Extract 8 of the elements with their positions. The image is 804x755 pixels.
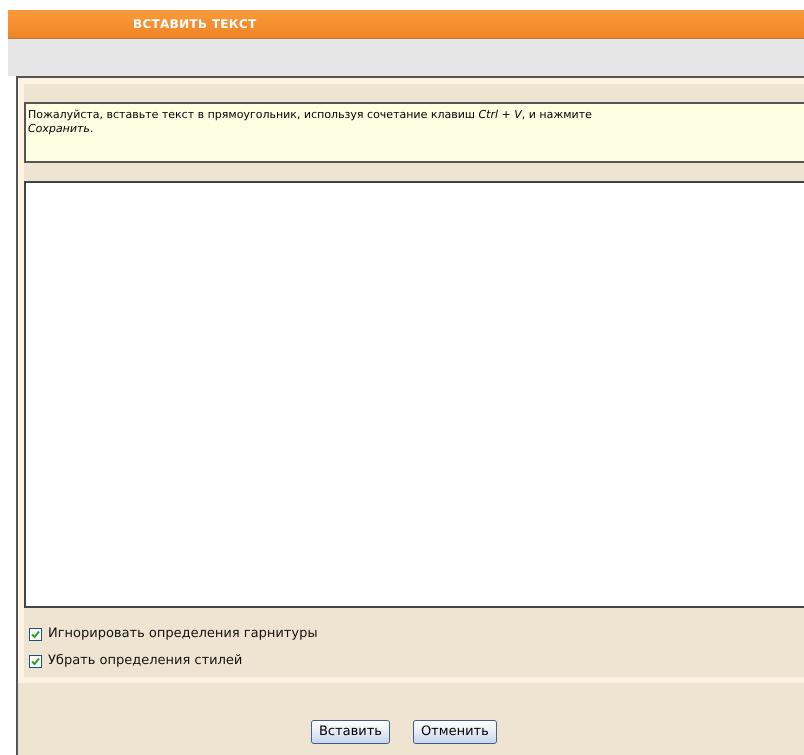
checkbox[interactable] (29, 654, 42, 668)
dialog-button[interactable]: Отменить (412, 720, 497, 744)
dialog-title: ВСТАВИТЬ ТЕКСТ (133, 16, 257, 33)
checkbox-label: Убрать определения стилей (48, 652, 242, 670)
dialog-button[interactable]: Вставить (311, 720, 390, 744)
instruction-text: Пожалуйста, вставьте текст в прямоугольник, используя сочетание клавиш Ctrl + V, и нажмите Сохранить. (24, 102, 804, 163)
checkbox-label: Игнорировать определения гарнитуры (48, 625, 318, 644)
checkbox[interactable] (29, 628, 42, 640)
